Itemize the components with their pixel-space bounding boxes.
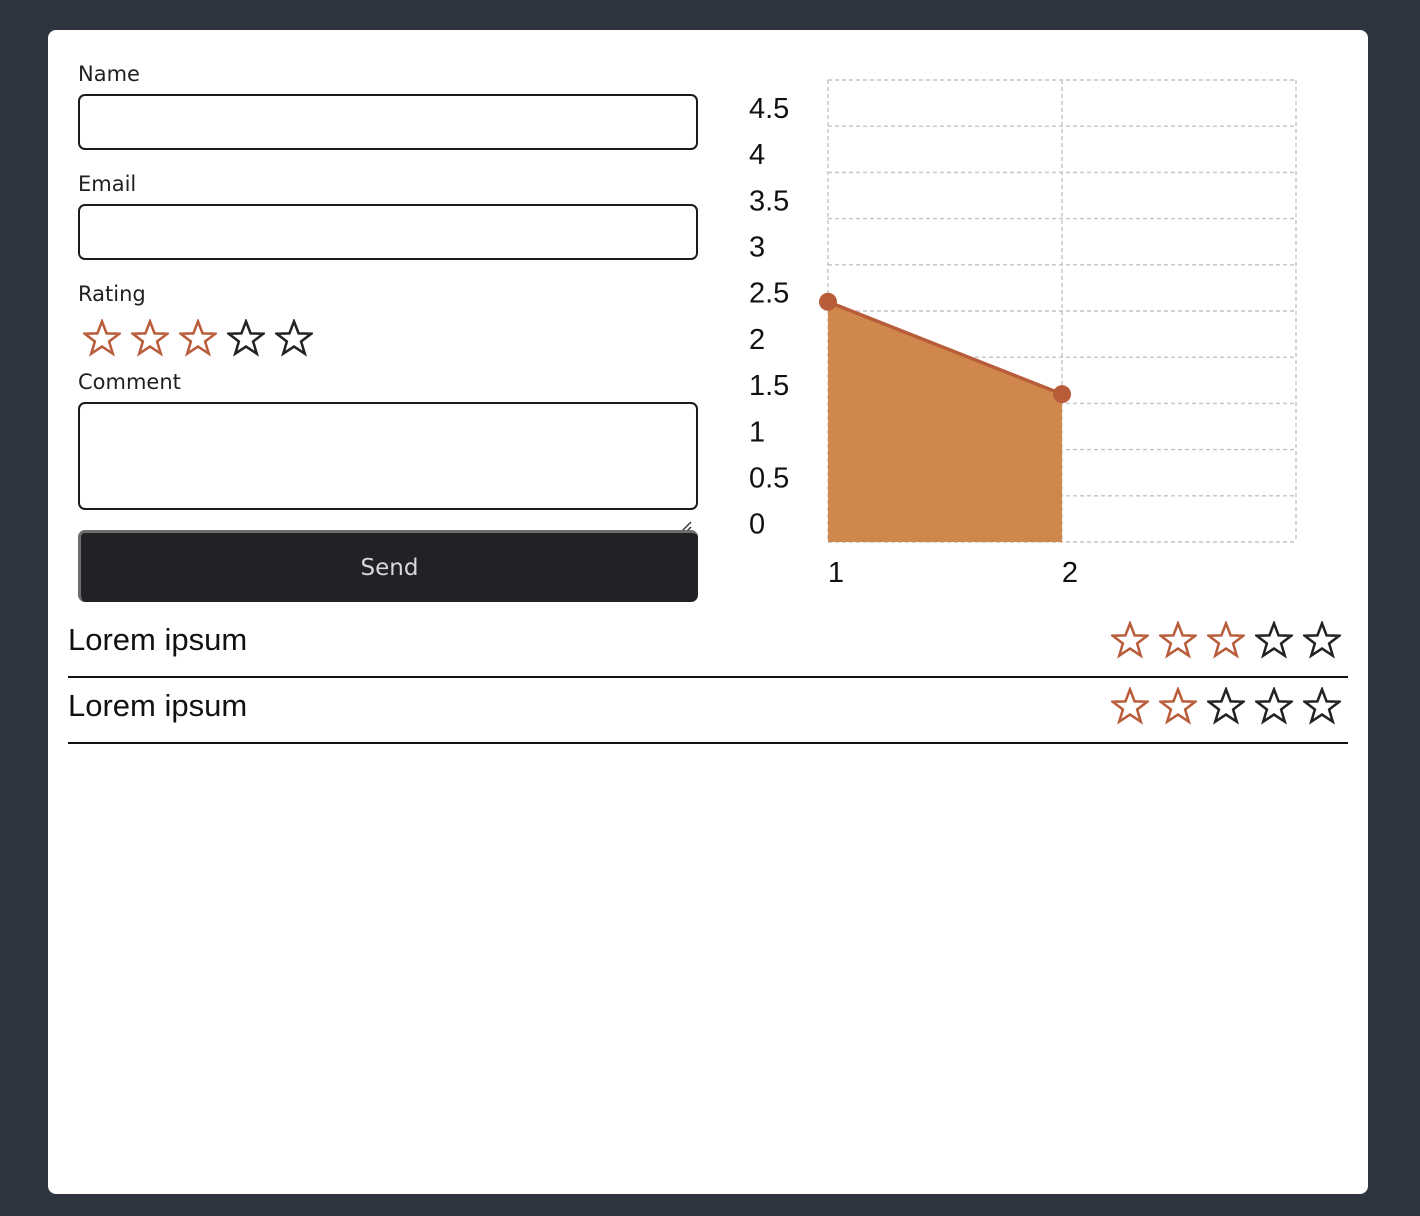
star-icon[interactable]	[78, 316, 126, 360]
review-row: Lorem ipsum	[68, 612, 1348, 678]
review-rating	[1106, 684, 1346, 728]
star-icon[interactable]	[222, 316, 270, 360]
review-title: Lorem ipsum	[68, 688, 248, 723]
star-icon	[1250, 684, 1298, 728]
rating-chart: 0 0.5 1 1.5 2 2.5 3 3.5 4 4.5 1 2	[728, 30, 1348, 610]
star-icon	[1298, 684, 1346, 728]
review-rating	[1106, 618, 1346, 662]
chart-svg: 0 0.5 1 1.5 2 2.5 3 3.5 4 4.5 1 2	[749, 79, 1297, 589]
star-icon	[1298, 618, 1346, 662]
email-input[interactable]	[78, 204, 698, 260]
y-tick-label: 4.5	[749, 93, 789, 125]
y-tick-label: 1	[749, 416, 765, 448]
x-tick-label: 1	[828, 557, 844, 589]
star-icon	[1250, 618, 1298, 662]
star-icon[interactable]	[270, 316, 318, 360]
comment-textarea[interactable]	[78, 402, 698, 510]
star-icon	[1202, 618, 1250, 662]
review-title: Lorem ipsum	[68, 622, 248, 657]
star-icon[interactable]	[174, 316, 222, 360]
y-tick-label: 1.5	[749, 370, 789, 402]
comment-label: Comment	[78, 370, 181, 394]
data-point	[819, 292, 837, 311]
star-icon	[1154, 684, 1202, 728]
y-tick-label: 4	[749, 139, 765, 171]
y-tick-label: 2	[749, 324, 765, 356]
rating-label: Rating	[78, 282, 146, 306]
x-tick-label: 2	[1062, 557, 1078, 589]
rating-input[interactable]	[78, 316, 318, 360]
star-icon	[1202, 684, 1250, 728]
y-tick-label: 3	[749, 231, 765, 263]
send-button[interactable]: Send	[78, 530, 698, 602]
data-point	[1053, 385, 1071, 404]
review-list: Lorem ipsum Lorem ipsum	[68, 612, 1348, 744]
review-row: Lorem ipsum	[68, 678, 1348, 744]
y-tick-label: 0.5	[749, 462, 789, 494]
name-label: Name	[78, 62, 140, 86]
y-tick-label: 0	[749, 509, 765, 541]
email-label: Email	[78, 172, 137, 196]
star-icon	[1106, 618, 1154, 662]
star-icon	[1154, 618, 1202, 662]
name-input[interactable]	[78, 94, 698, 150]
y-tick-label: 2.5	[749, 278, 789, 310]
star-icon	[1106, 684, 1154, 728]
feedback-card: Name Email Rating Comment Send 0 0.5 1 1.5 2…	[48, 30, 1368, 1194]
area-fill	[828, 301, 1062, 542]
star-icon[interactable]	[126, 316, 174, 360]
y-tick-label: 3.5	[749, 185, 789, 217]
